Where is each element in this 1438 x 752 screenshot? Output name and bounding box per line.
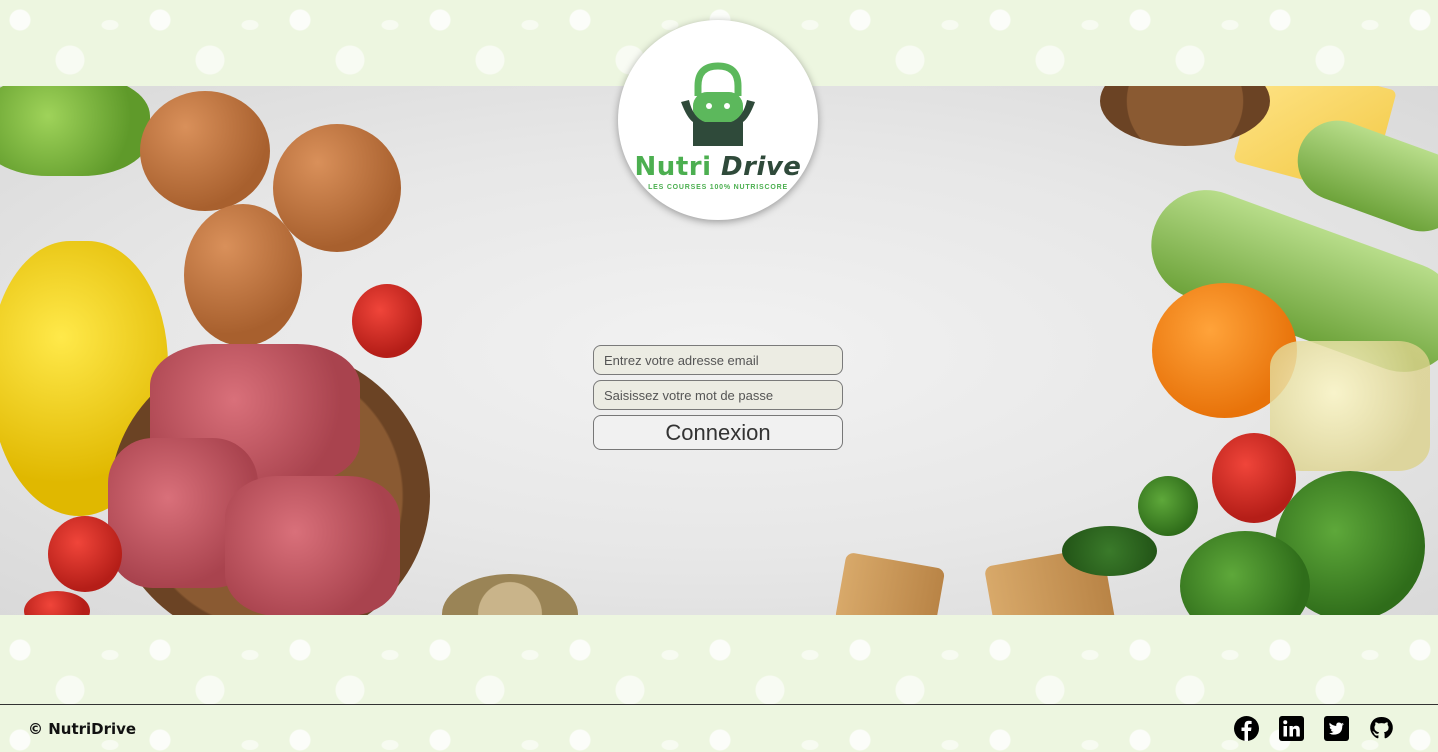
logo-brand-drive: Drive <box>721 151 802 182</box>
facebook-icon[interactable] <box>1234 716 1259 741</box>
login-form: Connexion <box>593 345 843 450</box>
tomato-image <box>24 591 90 615</box>
egg-image <box>140 91 270 211</box>
login-button[interactable]: Connexion <box>593 415 843 450</box>
email-input[interactable] <box>593 345 843 375</box>
cutting-board-image <box>834 551 946 615</box>
oil-bottle-image <box>1270 341 1430 471</box>
copyright-text: © NutriDrive <box>28 719 137 738</box>
github-icon[interactable] <box>1369 716 1394 741</box>
logo-brand-nutri: Nutri <box>634 151 712 182</box>
footer: © NutriDrive <box>0 704 1438 752</box>
spinach-leaf-image <box>1062 526 1157 576</box>
social-links <box>1234 716 1394 741</box>
broccoli-image <box>1138 476 1198 536</box>
lettuce-image <box>0 86 150 176</box>
logo-tagline: LES COURSES 100% NUTRISCORE <box>648 183 788 191</box>
seeds-bowl-image <box>442 574 578 615</box>
linkedin-icon[interactable] <box>1279 716 1304 741</box>
twitter-icon[interactable] <box>1324 716 1349 741</box>
egg-image <box>184 204 302 346</box>
egg-image <box>273 124 401 252</box>
tomato-image <box>48 516 122 592</box>
nutridrive-logo: Nutri Drive LES COURSES 100% NUTRISCORE <box>618 20 818 220</box>
shopping-bag-icon <box>673 58 763 148</box>
logo-wordmark: Nutri Drive <box>635 152 802 182</box>
meat-image <box>225 476 400 615</box>
tomato-image <box>352 284 422 358</box>
password-input[interactable] <box>593 380 843 410</box>
